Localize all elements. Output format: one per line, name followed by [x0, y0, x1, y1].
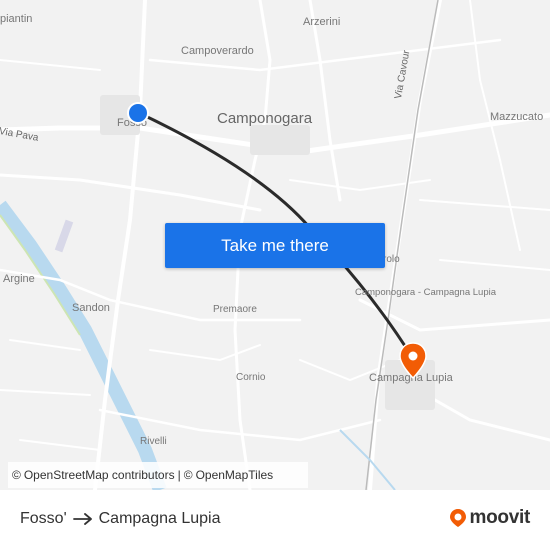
- take-me-there-button[interactable]: Take me there: [165, 223, 385, 268]
- origin-name: Fosso': [20, 510, 67, 527]
- place-label-premaore: Premaore: [213, 304, 257, 315]
- place-label-rivelli: Rivelli: [140, 436, 167, 447]
- moovit-wordmark: moovit: [469, 507, 531, 528]
- moovit-pin-icon: [449, 509, 466, 527]
- copyright-symbol: ©: [12, 468, 21, 482]
- place-label-mazzucato: Mazzucato: [490, 111, 544, 123]
- right-arrow-icon: [72, 513, 93, 525]
- place-label-cornio: Cornio: [236, 372, 266, 383]
- place-label-piantin: piantin: [0, 13, 33, 25]
- copyright-symbol-2: ©: [183, 468, 193, 482]
- place-label-sandon: Sandon: [72, 302, 110, 314]
- moovit-logo[interactable]: moovit: [448, 507, 530, 529]
- map[interactable]: piantin Arzerini Campoverardo Fosso Camp…: [0, 0, 550, 490]
- origin-marker-icon[interactable]: [125, 100, 151, 126]
- place-label-station: Camponogara - Campagna Lupia: [355, 287, 497, 298]
- destination-name: Campagna Lupia: [98, 510, 221, 527]
- map-attribution: © OpenStreetMap contributors | © OpenMap…: [8, 462, 308, 488]
- attribution-separator: |: [177, 468, 181, 482]
- place-label-camponogara: Camponogara: [217, 110, 313, 127]
- destination-pin-icon[interactable]: [398, 342, 428, 380]
- route-summary: Fosso' Campagna Lupia: [20, 510, 221, 528]
- omt-attribution-link[interactable]: OpenMapTiles: [196, 468, 274, 482]
- osm-attribution-link[interactable]: OpenStreetMap contributors: [24, 468, 175, 482]
- place-label-rolo: rolo: [383, 254, 400, 265]
- place-label-argine: Argine: [3, 273, 35, 285]
- place-label-arzerini: Arzerini: [303, 16, 341, 28]
- place-label-campoverardo: Campoverardo: [181, 45, 254, 57]
